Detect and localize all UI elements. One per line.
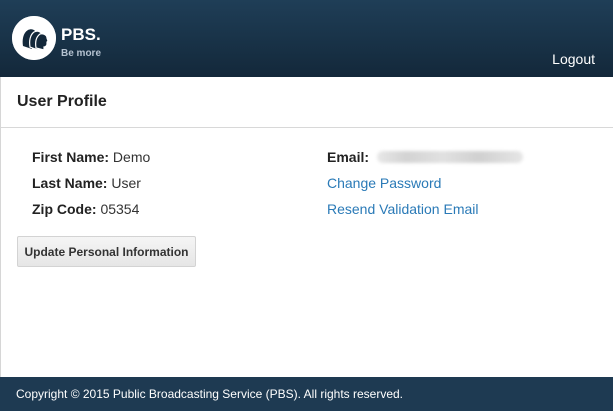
resend-validation-email-link[interactable]: Resend Validation Email: [327, 201, 479, 217]
page-title: User Profile: [17, 93, 107, 110]
update-personal-information-button[interactable]: Update Personal Information: [17, 236, 196, 267]
first-name-row: First Name: Demo: [32, 149, 150, 165]
last-name-value: User: [111, 175, 141, 191]
email-label: Email:: [327, 149, 370, 165]
logo-wordmark: PBS.: [61, 25, 101, 44]
zip-code-value: 05354: [100, 201, 140, 217]
last-name-row: Last Name: User: [32, 175, 141, 191]
resend-validation-row: Resend Validation Email: [327, 201, 479, 217]
zip-code-row: Zip Code: 05354: [32, 201, 139, 217]
profile-panel: User Profile First Name: Demo Last Name:…: [0, 77, 613, 377]
site-header: PBS. Be more Logout: [0, 0, 613, 77]
first-name-value: Demo: [112, 149, 151, 165]
zip-code-label: Zip Code:: [32, 201, 97, 217]
last-name-label: Last Name:: [32, 175, 108, 191]
title-divider: [1, 127, 613, 128]
change-password-link[interactable]: Change Password: [327, 175, 441, 191]
change-password-row: Change Password: [327, 175, 441, 191]
email-value-redacted: [376, 151, 523, 163]
logout-link[interactable]: Logout: [552, 51, 595, 67]
pbs-heads-logo-icon: [12, 16, 56, 60]
logo-tagline: Be more: [61, 48, 102, 59]
copyright-text: Copyright © 2015 Public Broadcasting Ser…: [16, 387, 404, 401]
first-name-label: First Name:: [32, 149, 110, 165]
pbs-logo[interactable]: PBS. Be more: [12, 16, 107, 62]
site-footer: Copyright © 2015 Public Broadcasting Ser…: [0, 377, 613, 411]
email-row: Email:: [327, 149, 523, 165]
